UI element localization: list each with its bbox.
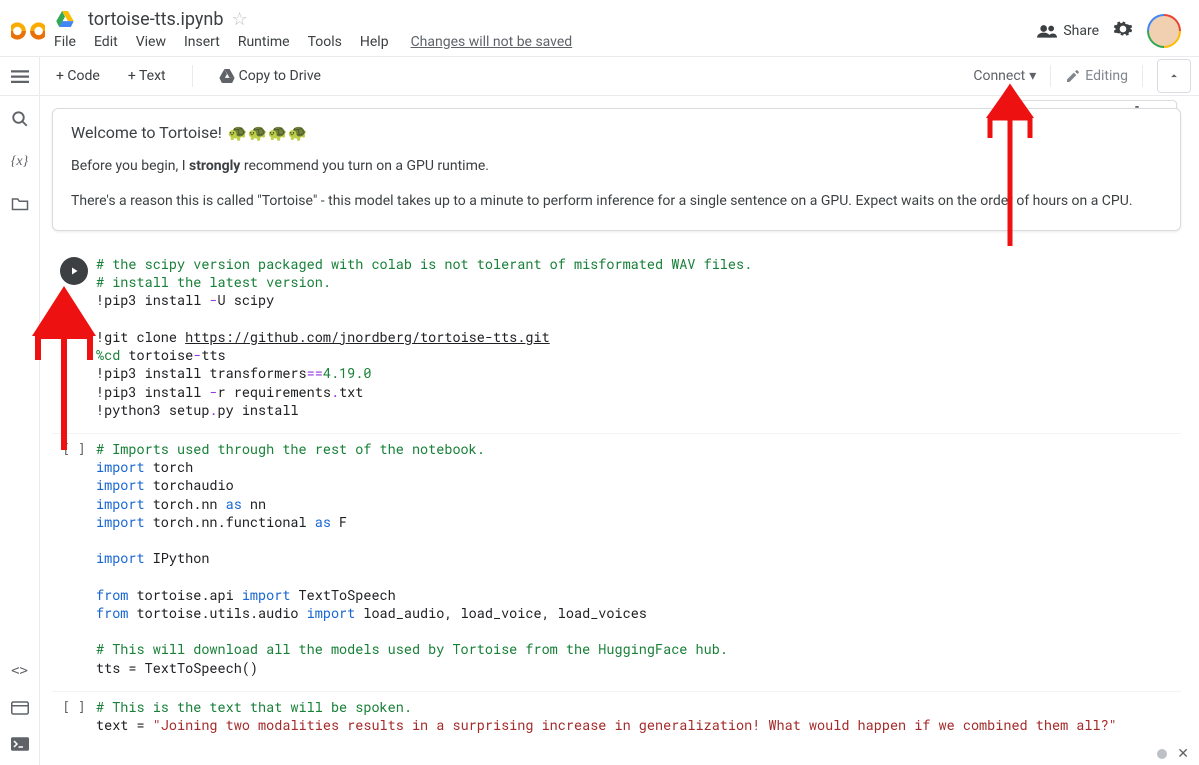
- separator: [192, 65, 193, 87]
- editing-button[interactable]: Editing: [1065, 68, 1128, 84]
- code-cell-3[interactable]: [ ] # This is the text that will be spok…: [52, 691, 1181, 743]
- menu-edit[interactable]: Edit: [94, 34, 118, 50]
- run-button[interactable]: [60, 257, 88, 285]
- status-indicator: [1157, 749, 1167, 759]
- vars-icon[interactable]: {x}: [10, 154, 30, 170]
- star-icon[interactable]: ☆: [231, 9, 247, 30]
- menu-bar: File Edit View Insert Runtime Tools Help…: [52, 30, 1037, 54]
- share-label: Share: [1063, 23, 1099, 39]
- notebook-title[interactable]: tortoise-tts.ipynb: [88, 9, 223, 30]
- close-icon[interactable]: ✕: [1177, 746, 1189, 762]
- command-palette-icon[interactable]: [10, 701, 30, 715]
- code-cell-2[interactable]: [ ] # Imports used through the rest of t…: [52, 433, 1181, 691]
- drive-icon: [56, 11, 74, 27]
- terminal-icon[interactable]: [10, 737, 30, 751]
- turtle-emoji: 🐢🐢🐢🐢: [228, 123, 308, 142]
- menu-insert[interactable]: Insert: [184, 34, 220, 50]
- status-bar: ✕: [1157, 743, 1199, 765]
- copy-to-drive-button[interactable]: Copy to Drive: [211, 64, 329, 88]
- paragraph-1: Before you begin, I strongly recommend y…: [71, 156, 1162, 177]
- menu-help[interactable]: Help: [360, 34, 389, 50]
- changes-message[interactable]: Changes will not be saved: [411, 34, 573, 50]
- toolbar: + Code + Text Copy to Drive Connect ▾ Ed…: [0, 56, 1199, 96]
- chevron-down-icon: ▾: [1029, 68, 1036, 84]
- left-rail: {x} <>: [0, 56, 40, 765]
- code-snippets-icon[interactable]: <>: [10, 663, 30, 679]
- connect-label: Connect: [973, 68, 1025, 84]
- colab-logo[interactable]: [8, 11, 48, 51]
- paragraph-2: There's a reason this is called "Tortois…: [71, 191, 1162, 212]
- editing-label: Editing: [1085, 68, 1128, 84]
- separator: [1050, 65, 1051, 87]
- cell-bracket: [ ]: [62, 700, 85, 734]
- menu-runtime[interactable]: Runtime: [238, 34, 290, 50]
- heading-text: Welcome to Tortoise!: [71, 123, 222, 142]
- code-cell-1[interactable]: # the scipy version packaged with colab …: [52, 249, 1181, 433]
- code-editor[interactable]: # Imports used through the rest of the n…: [96, 440, 728, 677]
- menu-file[interactable]: File: [54, 34, 76, 50]
- header: tortoise-tts.ipynb ☆ File Edit View Inse…: [0, 0, 1199, 56]
- code-editor[interactable]: # the scipy version packaged with colab …: [96, 255, 752, 419]
- notebook-body: Welcome to Tortoise! 🐢🐢🐢🐢 Before you beg…: [40, 96, 1199, 743]
- toc-icon[interactable]: [10, 70, 30, 84]
- add-code-button[interactable]: + Code: [48, 64, 108, 88]
- share-button[interactable]: Share: [1037, 23, 1099, 39]
- cell-bracket: [ ]: [62, 442, 85, 677]
- settings-icon[interactable]: [1113, 19, 1133, 43]
- add-text-button[interactable]: + Text: [120, 64, 174, 88]
- collapse-button[interactable]: [1157, 59, 1191, 93]
- welcome-heading: Welcome to Tortoise! 🐢🐢🐢🐢: [71, 123, 1162, 142]
- search-icon[interactable]: [10, 110, 30, 128]
- text-cell[interactable]: Welcome to Tortoise! 🐢🐢🐢🐢 Before you beg…: [52, 108, 1181, 231]
- copy-drive-label: Copy to Drive: [239, 68, 321, 84]
- separator: [1142, 65, 1143, 87]
- menu-view[interactable]: View: [136, 34, 166, 50]
- menu-tools[interactable]: Tools: [308, 34, 342, 50]
- connect-button[interactable]: Connect ▾: [973, 68, 1036, 84]
- files-icon[interactable]: [10, 196, 30, 211]
- avatar[interactable]: [1147, 14, 1181, 48]
- code-editor[interactable]: # This is the text that will be spoken. …: [96, 698, 1117, 734]
